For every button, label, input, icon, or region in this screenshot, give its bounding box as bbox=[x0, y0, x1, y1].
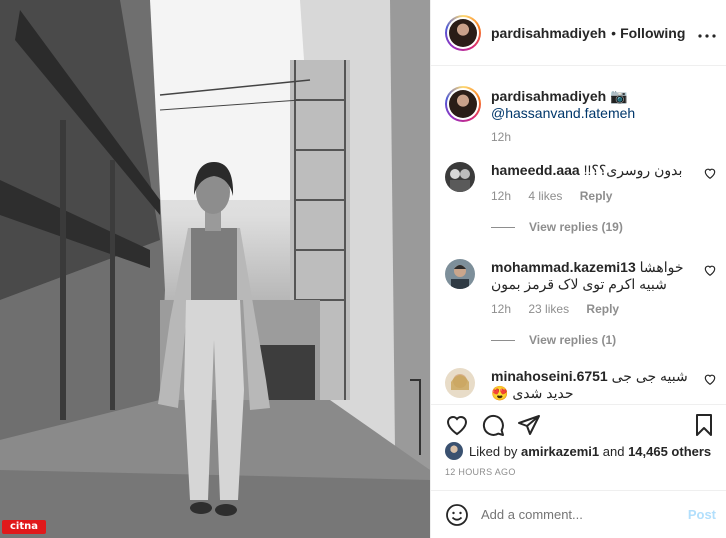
citna-watermark: citna bbox=[2, 520, 46, 534]
camera-emoji: 📷 bbox=[610, 88, 628, 104]
comment-likes[interactable]: 4 likes bbox=[528, 189, 562, 203]
post-timestamp[interactable]: 12 HOURS AGO bbox=[445, 467, 516, 477]
photo-illustration bbox=[0, 0, 430, 538]
replies-divider-line bbox=[491, 339, 515, 341]
liked-by-label: Liked by bbox=[469, 443, 518, 459]
header-separator: • bbox=[611, 24, 617, 41]
header-avatar[interactable] bbox=[445, 14, 481, 51]
comment-username[interactable]: minahoseini.6751 bbox=[491, 368, 608, 384]
share-paper-plane-icon[interactable] bbox=[517, 413, 541, 437]
comment-meta: 12h 4 likes Reply bbox=[491, 189, 626, 203]
comments-list[interactable]: pardisahmadiyeh 📷 @hassanvand.fatemeh 12… bbox=[431, 66, 726, 404]
view-replies-label: View replies (19) bbox=[529, 220, 623, 234]
caption-mention-link[interactable]: @hassanvand.fatemeh bbox=[491, 105, 635, 121]
header-username[interactable]: pardisahmadiyeh bbox=[491, 25, 606, 41]
caption-username[interactable]: pardisahmadiyeh bbox=[491, 88, 606, 104]
comment-likes[interactable]: 23 likes bbox=[528, 302, 569, 316]
post-actions-bar bbox=[431, 404, 726, 440]
post-header: pardisahmadiyeh • Following bbox=[431, 0, 726, 66]
view-replies-label: View replies (1) bbox=[529, 333, 617, 347]
reply-button[interactable]: Reply bbox=[586, 302, 619, 316]
post-side-panel: pardisahmadiyeh • Following pardisahmadi… bbox=[430, 0, 726, 538]
liker-avatar[interactable] bbox=[445, 442, 463, 460]
post-photo[interactable]: citna bbox=[0, 0, 430, 538]
post-comment-button[interactable]: Post bbox=[688, 507, 716, 522]
add-comment-bar: Post bbox=[431, 490, 726, 538]
comment-time[interactable]: 12h bbox=[491, 189, 511, 203]
comment-avatar[interactable] bbox=[445, 368, 475, 398]
comment-time[interactable]: 12h bbox=[491, 302, 511, 316]
comment-bubble-icon[interactable] bbox=[481, 413, 505, 437]
emoji-smiley-icon[interactable] bbox=[445, 503, 469, 527]
likes-summary: Liked by amirkazemi1 and 14,465 others bbox=[445, 440, 716, 462]
comment-username[interactable]: hameedd.aaa bbox=[491, 162, 580, 178]
add-comment-input[interactable] bbox=[481, 507, 671, 522]
following-button[interactable]: Following bbox=[620, 25, 685, 41]
more-options-icon[interactable] bbox=[698, 22, 716, 43]
likes-others-count[interactable]: 14,465 others bbox=[628, 444, 711, 459]
view-replies-button[interactable]: View replies (1) bbox=[491, 333, 616, 347]
comment-meta: 12h 23 likes Reply bbox=[491, 302, 633, 316]
reply-button[interactable]: Reply bbox=[580, 189, 613, 203]
comment-item: minahoseini.6751 شبیه جی جی حدید شدی 😍 bbox=[445, 368, 717, 404]
replies-divider-line bbox=[491, 226, 515, 228]
comment-text: بدون روسری؟؟!! bbox=[583, 162, 683, 178]
like-comment-heart-icon[interactable] bbox=[703, 263, 717, 277]
like-comment-heart-icon[interactable] bbox=[703, 166, 717, 180]
caption-time[interactable]: 12h bbox=[491, 130, 511, 144]
like-comment-heart-icon[interactable] bbox=[703, 372, 717, 386]
comment-avatar[interactable] bbox=[445, 162, 475, 192]
save-bookmark-icon[interactable] bbox=[692, 413, 716, 437]
view-replies-button[interactable]: View replies (19) bbox=[491, 220, 623, 234]
liker-username[interactable]: amirkazemi1 bbox=[521, 444, 599, 459]
likes-and-label: and bbox=[602, 443, 625, 459]
comment-item: mohammad.kazemi13 خواهشا شبیه اکرم توی ل… bbox=[445, 259, 717, 349]
comment-item: hameedd.aaa بدون روسری؟؟!! 12h 4 likes R… bbox=[445, 162, 717, 242]
like-heart-icon[interactable] bbox=[445, 413, 469, 437]
comment-avatar[interactable] bbox=[445, 259, 475, 289]
caption-avatar[interactable] bbox=[445, 86, 481, 122]
comment-username[interactable]: mohammad.kazemi13 bbox=[491, 259, 636, 275]
